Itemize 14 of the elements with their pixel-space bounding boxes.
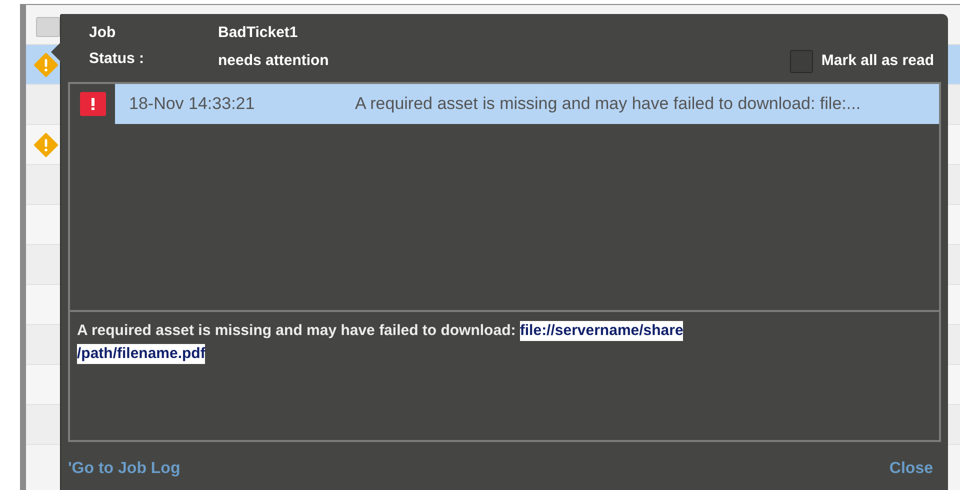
job-label: Job [89,23,117,43]
status-label: Status : [89,48,146,68]
message-time: 18-Nov 14:33:21 [128,93,256,116]
status-value: needs attention [218,50,329,70]
message-text: A required asset is missing and may have failed to download: file:... [355,93,861,116]
close-link[interactable]: Close [889,457,941,481]
job-log-link[interactable]: 'Go to Job Log [68,457,180,481]
job-name: BadTicket1 [218,23,299,43]
mark-all-checkbox[interactable] [790,50,814,73]
mark-all-label: Mark all as read [821,51,934,72]
warning-icon [34,53,58,77]
header-checkbox[interactable] [36,17,60,37]
warning-icon [34,133,58,157]
message-row[interactable]: 18-Nov 14:33:21 A required asset is missing and may have failed to download: file:... [115,84,939,124]
